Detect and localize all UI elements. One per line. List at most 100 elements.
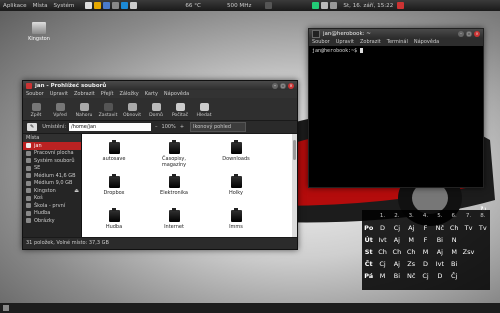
menu-help[interactable]: Nápověda <box>161 91 192 97</box>
menu-system[interactable]: Systém <box>51 3 78 9</box>
terminal-output[interactable]: jan@herobook:~$ <box>309 46 483 56</box>
folder-item[interactable]: Imms <box>216 208 256 230</box>
computer-button[interactable]: Počítač <box>169 103 191 120</box>
lesson-cell: M <box>451 248 457 256</box>
zoom-in-icon[interactable]: + <box>180 124 184 130</box>
menu-applications[interactable]: Aplikace <box>0 3 30 9</box>
period-label: 7. <box>465 213 472 219</box>
reload-button[interactable]: Obnovit <box>121 103 143 120</box>
battery-icon[interactable] <box>321 2 329 9</box>
file-grid-scrollbar[interactable] <box>292 134 297 237</box>
folder-item[interactable]: Internet <box>154 208 194 230</box>
menu-edit[interactable]: Upravit <box>333 39 357 45</box>
menu-view[interactable]: Zobrazit <box>71 91 98 97</box>
folder-item[interactable]: Dropbox <box>94 174 134 196</box>
menu-help[interactable]: Nápověda <box>411 39 442 45</box>
minimize-button[interactable]: – <box>272 82 278 89</box>
menu-bookmarks[interactable]: Záložky <box>116 91 141 97</box>
location-input[interactable]: /home/jan <box>69 123 152 131</box>
terminal-titlebar[interactable]: jan@herobook: ~ – □ × <box>309 29 483 38</box>
drive-icon <box>32 22 46 34</box>
folder-item[interactable]: Časopisy, magazíny <box>154 140 194 168</box>
temperature-readout: 66 °C <box>185 2 201 9</box>
sidebar-item-filesystem[interactable]: Systém souborů <box>23 157 81 165</box>
lesson-cell: Ch <box>449 224 459 232</box>
sidebar-item-se[interactable]: SE <box>23 165 81 173</box>
forward-label: Vpřed <box>53 113 67 118</box>
text-editor-icon[interactable] <box>130 2 138 9</box>
lesson-cell: F <box>423 224 428 232</box>
sidebar-item-medium-9[interactable]: Médium 9,0 GB <box>23 180 81 188</box>
launcher-icon[interactable] <box>85 2 93 9</box>
view-mode-select[interactable]: Ikonový pohled <box>190 122 247 132</box>
close-button[interactable]: × <box>474 30 480 37</box>
menu-edit[interactable]: Upravit <box>47 91 71 97</box>
sidebar-item-desktop[interactable]: Pracovní plocha <box>23 150 81 158</box>
window-title: jan - Prohlížeč souborů <box>35 82 107 89</box>
period-label: 2. <box>394 213 400 219</box>
stop-icon <box>103 103 113 111</box>
menu-file[interactable]: Soubor <box>23 91 47 97</box>
path-toggle-button[interactable]: ✎ <box>27 123 38 131</box>
sidebar-item-label: Škola - první <box>34 202 66 209</box>
sidebar-item-kingston[interactable]: Kingston ⏏ <box>23 187 81 195</box>
lesson-cell: Nč <box>406 272 416 280</box>
menu-terminal[interactable]: Terminál <box>384 39 411 45</box>
menu-places[interactable]: Místa <box>30 3 51 9</box>
zoom-out-icon[interactable]: – <box>155 124 158 130</box>
sidebar-item-label: Médium 41,6 GB <box>34 172 76 179</box>
sidebar-item-skola[interactable]: Škola - první <box>23 202 81 210</box>
volume-icon[interactable] <box>330 2 338 9</box>
forward-button[interactable]: Vpřed <box>49 103 71 120</box>
sidebar-item-home[interactable]: jan <box>23 142 81 150</box>
folder-item[interactable]: Hudba <box>94 208 134 230</box>
menu-tabs[interactable]: Karty <box>142 91 161 97</box>
file-manager-titlebar[interactable]: jan - Prohlížeč souborů – □ × <box>23 81 297 90</box>
folder-icon <box>108 140 120 154</box>
terminal-launcher-icon[interactable] <box>112 2 120 9</box>
home-button[interactable]: Domů <box>145 103 167 120</box>
sidebar-header[interactable]: Místa <box>23 134 81 142</box>
menu-file[interactable]: Soubor <box>309 39 333 45</box>
sidebar-item-pictures[interactable]: Obrázky <box>23 217 81 225</box>
lesson-cell: Ivt <box>378 236 387 244</box>
search-button[interactable]: Hledat <box>193 103 215 120</box>
sidebar-item-trash[interactable]: Koš <box>23 195 81 203</box>
sidebar-item-music[interactable]: Hudba <box>23 210 81 218</box>
desktop-icon-kingston[interactable]: Kingston <box>24 22 54 42</box>
power-icon[interactable] <box>397 2 405 9</box>
folder-item[interactable]: Downloads <box>216 140 256 162</box>
minimize-button[interactable]: – <box>458 30 464 37</box>
terminal-menubar: Soubor Upravit Zobrazit Terminál Nápověd… <box>309 38 483 46</box>
browser-icon[interactable] <box>103 2 111 9</box>
menu-view[interactable]: Zobrazit <box>357 39 384 45</box>
desktop-icon-label: Kingston <box>28 36 50 42</box>
back-icon <box>31 103 41 111</box>
maximize-button[interactable]: □ <box>280 82 286 89</box>
day-label: St <box>364 248 373 256</box>
close-button[interactable]: × <box>288 82 294 89</box>
network-icon[interactable] <box>312 2 320 9</box>
stop-button[interactable]: Zastavit <box>97 103 119 120</box>
back-button[interactable]: Zpět <box>25 103 47 120</box>
sidebar-item-medium-41[interactable]: Médium 41,6 GB <box>23 172 81 180</box>
folder-icon[interactable] <box>94 2 102 9</box>
terminal-title: jan@herobook: ~ <box>323 30 371 37</box>
sidebar-item-label: Systém souborů <box>34 157 75 164</box>
folder-item[interactable]: autosave <box>94 140 134 162</box>
up-icon <box>79 103 89 111</box>
timetable-widget: 1. 2. 3. 4. 5. 6. 7. 8. Po D Cj Aj F Nč … <box>362 210 490 290</box>
eject-icon[interactable]: ⏏ <box>74 188 79 194</box>
stop-label: Zastavit <box>98 113 118 118</box>
folder-item[interactable]: Elektronika <box>154 174 194 196</box>
menu-go[interactable]: Přejít <box>98 91 117 97</box>
folder-item[interactable]: Holky <box>216 174 256 196</box>
sidebar-item-label: jan <box>34 142 42 149</box>
folder-icon <box>168 140 180 154</box>
dropbox-icon[interactable] <box>121 2 129 9</box>
maximize-button[interactable]: □ <box>466 30 472 37</box>
up-button[interactable]: Nahoru <box>73 103 95 120</box>
lesson-cell: Cj <box>379 260 386 268</box>
clock[interactable]: St, 16. září, 15:22 <box>343 3 393 9</box>
show-desktop-icon[interactable] <box>3 305 9 311</box>
